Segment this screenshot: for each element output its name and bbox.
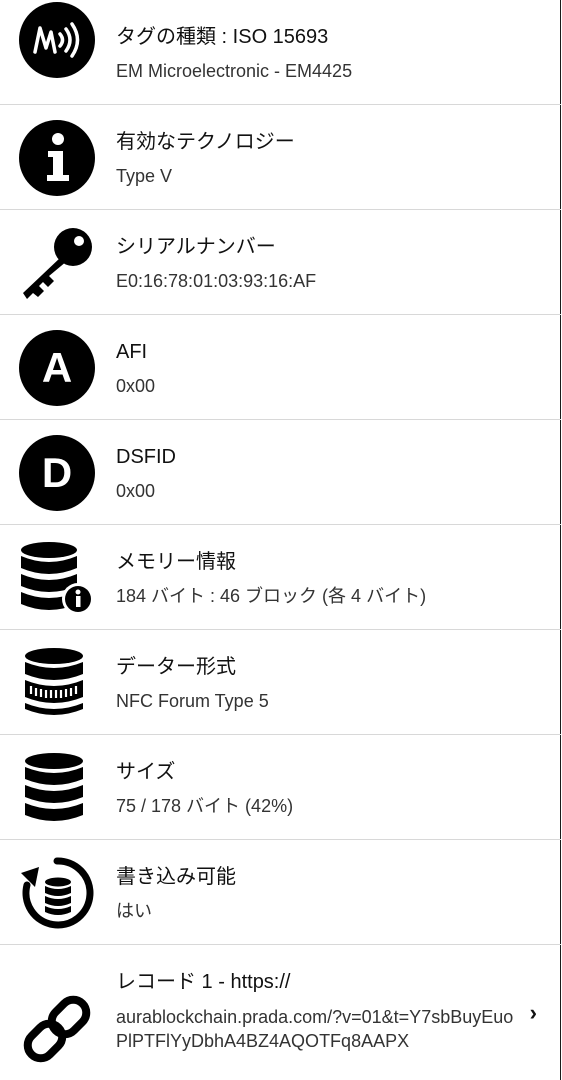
serial-number-value: E0:16:78:01:03:93:16:AF xyxy=(116,271,317,291)
tag-type-title: タグの種類 : ISO 15693 xyxy=(116,26,329,48)
size-row[interactable]: サイズ 75 / 178 バイト (42%) xyxy=(0,735,561,840)
data-format-title: データー形式 xyxy=(116,656,236,678)
link-icon xyxy=(19,991,95,1067)
database-format-icon xyxy=(19,645,95,721)
tag-type-value: EM Microelectronic - EM4425 xyxy=(116,61,353,81)
size-title: サイズ xyxy=(116,761,176,783)
letter-a-icon: A xyxy=(19,330,95,406)
dsfid-row[interactable]: D DSFID 0x00 xyxy=(0,420,561,525)
technologies-row[interactable]: 有効なテクノロジー Type V xyxy=(0,105,561,210)
technologies-title: 有効なテクノロジー xyxy=(116,131,295,153)
writable-icon xyxy=(19,855,95,931)
memory-info-title: メモリー情報 xyxy=(116,551,236,573)
writable-row[interactable]: 書き込み可能 はい xyxy=(0,840,561,945)
record-1-title: レコード 1 - https:// xyxy=(116,971,291,993)
dsfid-value: 0x00 xyxy=(116,481,156,501)
chevron-right-icon[interactable]: › xyxy=(530,1000,537,1026)
database-icon xyxy=(19,750,95,826)
afi-row[interactable]: A AFI 0x00 xyxy=(0,315,561,420)
letter-d-icon: D xyxy=(19,435,95,511)
svg-text:D: D xyxy=(42,449,72,496)
writable-title: 書き込み可能 xyxy=(116,866,236,888)
tag-info-list: タグの種類 : ISO 15693 EM Microelectronic - E… xyxy=(0,0,561,1080)
afi-value: 0x00 xyxy=(116,376,156,396)
data-format-row[interactable]: データー形式 NFC Forum Type 5 xyxy=(0,630,561,735)
info-icon xyxy=(19,120,95,196)
technologies-value: Type V xyxy=(116,166,173,186)
svg-text:A: A xyxy=(42,344,72,391)
tag-type-row[interactable]: タグの種類 : ISO 15693 EM Microelectronic - E… xyxy=(0,0,561,105)
serial-number-title: シリアルナンバー xyxy=(116,236,276,258)
database-info-icon xyxy=(19,540,95,616)
writable-value: はい xyxy=(116,901,152,921)
record-1-row[interactable]: レコード 1 - https:// aurablockchain.prada.c… xyxy=(0,945,561,1080)
key-icon xyxy=(19,225,95,301)
memory-info-value: 184 バイト : 46 ブロック (各 4 バイト) xyxy=(116,586,427,606)
afi-title: AFI xyxy=(116,341,148,363)
dsfid-title: DSFID xyxy=(116,446,176,468)
size-value: 75 / 178 バイト (42%) xyxy=(116,796,294,816)
record-1-value: aurablockchain.prada.com/?v=01&t=Y7sbBuy… xyxy=(116,1007,514,1051)
serial-number-row[interactable]: シリアルナンバー E0:16:78:01:03:93:16:AF xyxy=(0,210,561,315)
data-format-value: NFC Forum Type 5 xyxy=(116,691,269,711)
nfc-tag-icon xyxy=(19,2,95,78)
memory-info-row[interactable]: メモリー情報 184 バイト : 46 ブロック (各 4 バイト) xyxy=(0,525,561,630)
